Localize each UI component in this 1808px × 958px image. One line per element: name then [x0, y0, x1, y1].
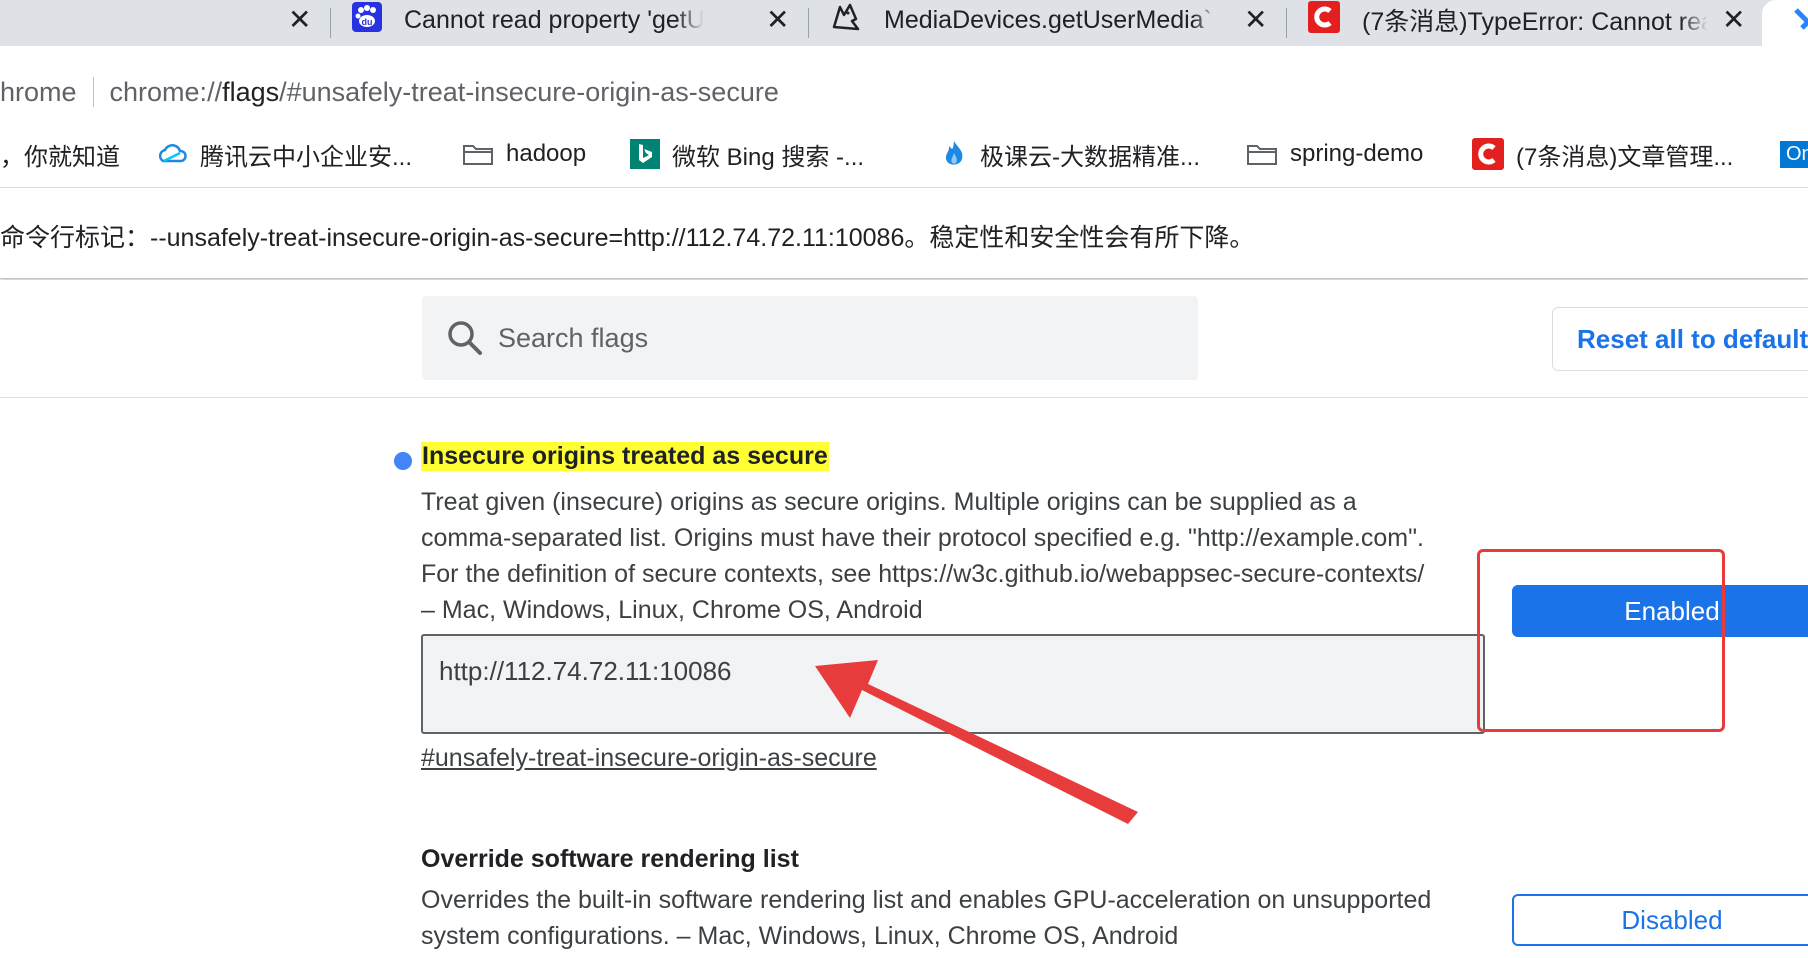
tab-typeerror[interactable]: (7条消息)TypeError: Cannot read: [1308, 0, 1708, 40]
flag-description: Overrides the built-in software renderin…: [421, 882, 1491, 954]
bookmark-item[interactable]: On: [1780, 134, 1808, 174]
omnibox-url[interactable]: chrome://flags/#unsafely-treat-insecure-…: [110, 77, 779, 108]
bookmark-badge-icon: On: [1780, 140, 1808, 168]
bookmark-item[interactable]: ，你就知道: [0, 134, 120, 174]
flag-description-line: comma-separated list. Origins must have …: [421, 524, 1424, 552]
bookmark-item[interactable]: 微软 Bing 搜索 -...: [630, 134, 864, 174]
flag-title: Insecure origins treated as secure: [421, 442, 829, 471]
tab-title: Cannot read property 'getUserMedia: [404, 5, 704, 35]
bookmark-label: hadoop: [506, 140, 587, 167]
mdn-dino-icon: [830, 1, 862, 40]
bookmark-label: spring-demo: [1290, 140, 1424, 167]
tab-close-icon[interactable]: ✕: [1244, 0, 1267, 40]
bookmark-label: 极课云-大数据精准...: [980, 143, 1200, 171]
flag-description-line: Treat given (insecure) origins as secure…: [421, 488, 1357, 516]
bookmark-folder-spring-demo[interactable]: spring-demo: [1246, 134, 1423, 174]
flag-description: Treat given (insecure) origins as secure…: [421, 484, 1491, 628]
bookmark-item[interactable]: 极课云-大数据精准...: [940, 134, 1200, 174]
bookmark-folder-hadoop[interactable]: hadoop: [462, 134, 586, 174]
annotation-highlight-box: [1477, 549, 1725, 732]
select-value: Enabled: [1624, 595, 1720, 626]
flag-anchor-link[interactable]: #unsafely-treat-insecure-origin-as-secur…: [421, 744, 877, 773]
flag-title: Override software rendering list: [421, 845, 799, 873]
browser-window: ✕ du Cannot read property 'getUserMedia …: [0, 0, 1808, 958]
select-value: Disabled: [1621, 904, 1723, 935]
tab-close-icon[interactable]: ✕: [766, 0, 789, 40]
tab-separator: [330, 8, 331, 38]
url-prefix: chrome://: [109, 76, 223, 107]
bookmark-label: 腾讯云中小企业安...: [200, 143, 413, 171]
csdn-c-icon: [1472, 138, 1504, 170]
tab-close-icon[interactable]: ✕: [288, 0, 311, 40]
flag-description-line: system configurations. – Mac, Windows, L…: [421, 922, 1179, 950]
modified-indicator-dot: [394, 452, 412, 470]
tab-getusermedia-error[interactable]: du Cannot read property 'getUserMedia: [352, 0, 752, 40]
flag-description-line: – Mac, Windows, Linux, Chrome OS, Androi…: [421, 596, 923, 624]
flag-description-line: For the definition of secure contexts, s…: [421, 560, 1425, 588]
active-tab[interactable]: [1762, 0, 1808, 46]
omnibox-divider: [92, 77, 94, 107]
tab-separator: [1286, 8, 1287, 38]
search-input[interactable]: [498, 322, 1098, 354]
bookmark-item[interactable]: 腾讯云中小企业安...: [156, 134, 412, 174]
search-icon: [448, 321, 482, 355]
origin-list-textarea[interactable]: http://112.74.72.11:10086: [421, 634, 1485, 734]
flag-state-select[interactable]: Enabled: [1512, 585, 1808, 637]
flag-description-line: Overrides the built-in software renderin…: [421, 886, 1432, 914]
flag-state-select[interactable]: Disabled: [1512, 894, 1808, 946]
bookmark-item[interactable]: (7条消息)文章管理...: [1472, 134, 1733, 174]
tab-separator: [808, 8, 809, 38]
folder-icon: [463, 145, 493, 165]
tencent-cloud-icon: [158, 144, 187, 163]
tab-title: (7条消息)TypeError: Cannot read: [1362, 2, 1708, 38]
bookmark-label: ，你就知道: [0, 143, 120, 171]
bookmark-label: 微软 Bing 搜索 -...: [672, 143, 865, 171]
omnibox-scheme-label: hrome: [0, 76, 77, 107]
baidu-paw-icon: du: [352, 1, 382, 39]
folder-icon: [1247, 145, 1277, 165]
infobar-message: 命令行标记：--unsafely-treat-insecure-origin-a…: [0, 224, 1255, 252]
omnibox[interactable]: hrome chrome://flags/#unsafely-treat-ins…: [0, 72, 779, 112]
jira-icon: [1794, 8, 1808, 30]
bookmark-label: (7条消息)文章管理...: [1516, 143, 1734, 171]
svg-text:du: du: [362, 17, 373, 27]
tab-close-icon[interactable]: ✕: [1722, 0, 1745, 40]
search-flags-box[interactable]: [422, 296, 1198, 380]
bing-icon: [630, 139, 660, 169]
tab-mediadevices[interactable]: MediaDevices.getUserMedia` undefined: [830, 0, 1230, 40]
tab-title: MediaDevices.getUserMedia` undefined: [884, 5, 1220, 35]
csdn-c-icon: [1308, 0, 1340, 40]
flame-icon: [945, 141, 963, 165]
reset-all-button[interactable]: Reset all to default: [1552, 307, 1808, 371]
url-path: /#unsafely-treat-insecure-origin-as-secu…: [279, 76, 779, 107]
url-host: flags: [222, 76, 280, 107]
